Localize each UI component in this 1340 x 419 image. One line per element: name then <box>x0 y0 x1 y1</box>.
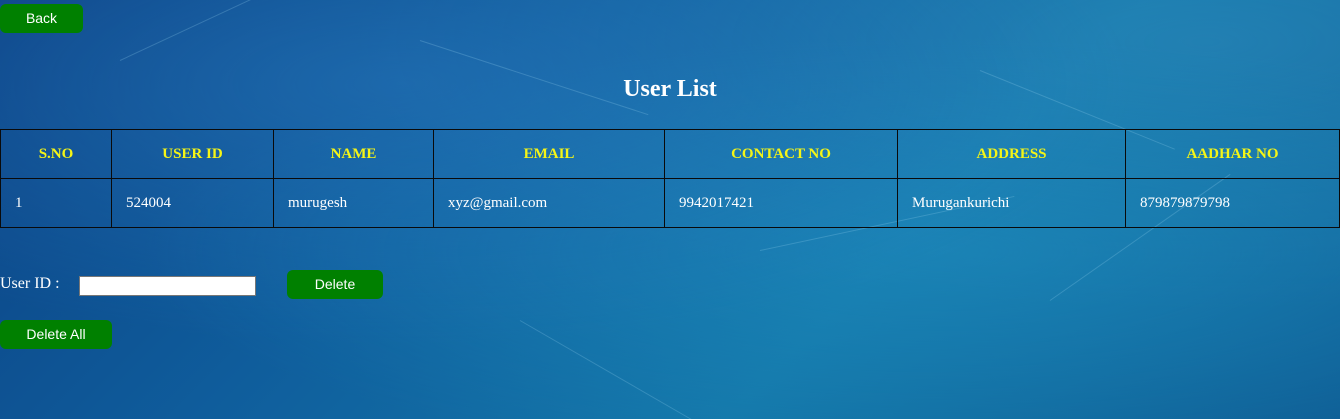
user-id-label: User ID : <box>0 275 60 292</box>
delete-all-button[interactable]: Delete All <box>0 320 112 349</box>
column-header-aadhar-no: AADHAR NO <box>1125 129 1340 179</box>
table-row: 1 524004 murugesh xyz@gmail.com 99420174… <box>0 178 1340 228</box>
column-header-contact-no: CONTACT NO <box>664 129 898 179</box>
column-header-address: ADDRESS <box>897 129 1126 179</box>
cell-address: Murugankurichi <box>897 178 1126 228</box>
cell-aadhar-no: 879879879798 <box>1125 178 1340 228</box>
column-header-user-id: USER ID <box>111 129 274 179</box>
cell-email: xyz@gmail.com <box>433 178 665 228</box>
cell-contact-no: 9942017421 <box>664 178 898 228</box>
user-id-input[interactable] <box>79 276 256 296</box>
page-title: User List <box>623 76 717 102</box>
cell-sno: 1 <box>0 178 112 228</box>
table-header-row: S.NO USER ID NAME EMAIL CONTACT NO ADDRE… <box>0 129 1340 179</box>
back-button[interactable]: Back <box>0 4 83 33</box>
delete-button[interactable]: Delete <box>287 270 383 299</box>
cell-user-id: 524004 <box>111 178 274 228</box>
background-texture-line <box>119 0 284 61</box>
column-header-email: EMAIL <box>433 129 665 179</box>
column-header-sno: S.NO <box>0 129 112 179</box>
user-table: S.NO USER ID NAME EMAIL CONTACT NO ADDRE… <box>0 129 1340 228</box>
cell-name: murugesh <box>273 178 434 228</box>
column-header-name: NAME <box>273 129 434 179</box>
background-texture-line <box>519 320 694 419</box>
